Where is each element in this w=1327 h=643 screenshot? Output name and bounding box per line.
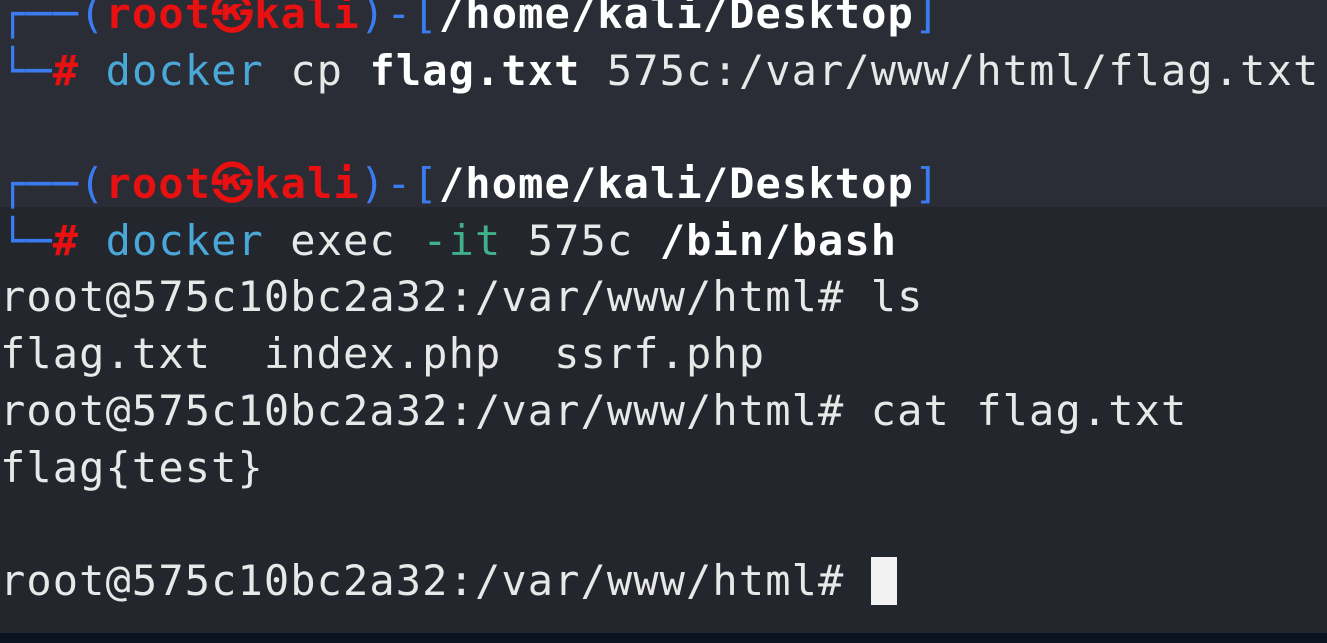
current-prompt: root@575c10bc2a32:/var/www/html# — [0, 555, 871, 605]
prompt-bracket: ] — [913, 0, 941, 38]
terminal-output[interactable]: ┌──(root㉿kali)-[/home/kali/Desktop] └─# … — [0, 0, 1319, 610]
prompt-host: kali — [254, 159, 360, 209]
prompt-path: /home/kali/Desktop — [438, 0, 914, 38]
kali-skull-icon: ㉿ — [211, 159, 255, 209]
prompt-header-2: ┌──(root㉿kali)-[/home/kali/Desktop] — [0, 156, 1319, 213]
prompt-user: root — [105, 159, 212, 209]
prompt-corner: └─ — [0, 45, 53, 95]
prompt-bracket: )-[ — [359, 0, 439, 38]
command-arg: /bin/bash — [659, 215, 898, 265]
prompt-path: /home/kali/Desktop — [438, 159, 914, 209]
prompt-bracket: ┌──( — [0, 0, 106, 38]
command-flag: -it — [422, 215, 502, 265]
command-arg: flag.txt — [369, 45, 581, 95]
prompt-hash: # — [52, 45, 80, 95]
command-line-1: └─# docker cp flag.txt 575c:/var/www/htm… — [0, 43, 1319, 100]
prompt-bracket: ┌──( — [0, 159, 106, 209]
command-arg: cp — [263, 45, 370, 95]
prompt-corner: └─ — [0, 215, 53, 265]
current-prompt-line[interactable]: root@575c10bc2a32:/var/www/html# — [0, 553, 1319, 610]
command-arg: 575c — [501, 215, 660, 265]
text-cursor — [870, 556, 897, 605]
kali-skull-icon: ㉿ — [211, 0, 255, 38]
command-arg: exec — [263, 215, 423, 265]
prompt-hash: # — [52, 215, 80, 265]
prompt-user: root — [105, 0, 212, 38]
output-line: root@575c10bc2a32:/var/www/html# cat fla… — [0, 385, 1188, 435]
command-arg: 575c:/var/www/html/flag.txt — [580, 45, 1320, 95]
output-line: root@575c10bc2a32:/var/www/html# ls — [0, 272, 924, 322]
output-line: flag.txt index.php ssrf.php — [0, 329, 766, 379]
command-name: docker — [105, 45, 264, 95]
prompt-host: kali — [254, 0, 360, 38]
prompt-bracket: ] — [913, 159, 941, 209]
bottom-bar — [0, 633, 1327, 643]
command-name: docker — [105, 215, 264, 265]
output-line: flag{test} — [0, 442, 264, 492]
command-line-2: └─# docker exec -it 575c /bin/bash — [0, 213, 1319, 270]
prompt-bracket: )-[ — [359, 159, 439, 209]
prompt-header-1: ┌──(root㉿kali)-[/home/kali/Desktop] — [0, 0, 1319, 43]
